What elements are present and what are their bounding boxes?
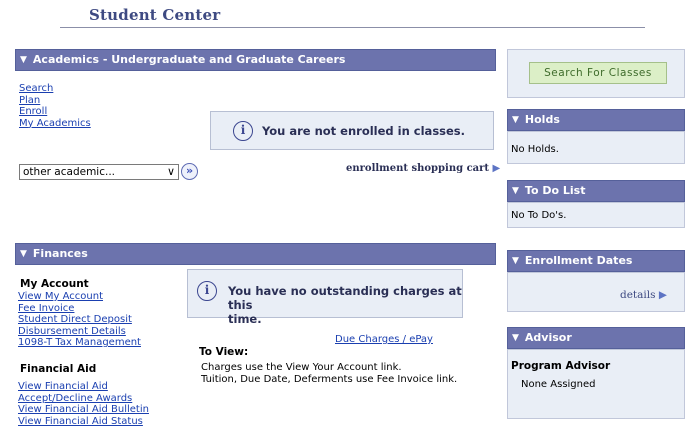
finances-header[interactable]: ▼ Finances bbox=[15, 243, 496, 265]
my-account-links: View My Account Fee Invoice Student Dire… bbox=[18, 291, 141, 349]
enrollment-shopping-cart-link[interactable]: enrollment shopping cart ▶ bbox=[346, 163, 500, 174]
my-academics-link[interactable]: My Academics bbox=[19, 118, 91, 130]
details-link-label: details bbox=[620, 289, 656, 301]
enrollment-dates-header[interactable]: ▼ Enrollment Dates bbox=[507, 250, 685, 272]
financial-aid-status-link[interactable]: View Financial Aid Status bbox=[18, 416, 149, 428]
to-view-line: Charges use the View Your Account link. bbox=[201, 362, 402, 373]
charges-notice: i You have no outstanding charges at thi… bbox=[187, 269, 463, 326]
academics-header-label: Academics - Undergraduate and Graduate C… bbox=[32, 53, 346, 66]
plan-link[interactable]: Plan bbox=[19, 95, 91, 107]
collapse-triangle-icon: ▼ bbox=[512, 256, 519, 266]
search-link[interactable]: Search bbox=[19, 83, 91, 95]
student-direct-deposit-link[interactable]: Student Direct Deposit bbox=[18, 314, 141, 326]
search-classes-panel: Search For Classes bbox=[507, 49, 685, 98]
enroll-link[interactable]: Enroll bbox=[19, 106, 91, 118]
to-view-label: To View: bbox=[199, 346, 249, 358]
advisor-name: None Assigned bbox=[521, 379, 596, 390]
collapse-triangle-icon: ▼ bbox=[20, 249, 27, 259]
advisor-header-label: Advisor bbox=[524, 331, 572, 344]
holds-text: No Holds. bbox=[511, 144, 559, 155]
enrollment-dates-header-label: Enrollment Dates bbox=[524, 254, 633, 267]
charges-notice-line1: You have no outstanding charges at this bbox=[228, 284, 462, 312]
todo-panel: No To Do's. bbox=[507, 202, 685, 228]
arrow-right-icon: ▶ bbox=[492, 163, 501, 174]
fee-invoice-link[interactable]: Fee Invoice bbox=[18, 303, 141, 315]
other-academic-select-value: other academic... bbox=[23, 166, 116, 178]
financial-aid-bulletin-link[interactable]: View Financial Aid Bulletin bbox=[18, 404, 149, 416]
academics-links: Search Plan Enroll My Academics bbox=[19, 83, 91, 129]
todo-header-label: To Do List bbox=[524, 184, 586, 197]
search-for-classes-label: Search For Classes bbox=[544, 67, 652, 79]
todo-text: No To Do's. bbox=[511, 210, 567, 221]
page-title: Student Center bbox=[89, 6, 221, 24]
view-financial-aid-link[interactable]: View Financial Aid bbox=[18, 381, 149, 393]
enrollment-shopping-cart-label: enrollment shopping cart bbox=[346, 163, 490, 174]
advisor-panel: Program Advisor None Assigned bbox=[507, 349, 685, 419]
collapse-triangle-icon: ▼ bbox=[20, 55, 27, 65]
collapse-triangle-icon: ▼ bbox=[512, 333, 519, 343]
view-my-account-link[interactable]: View My Account bbox=[18, 291, 141, 303]
details-link[interactable]: details ▶ bbox=[620, 289, 667, 301]
chevron-down-icon: ∨ bbox=[166, 165, 175, 178]
financial-aid-title: Financial Aid bbox=[20, 363, 97, 375]
collapse-triangle-icon: ▼ bbox=[512, 115, 519, 125]
due-charges-epay-link[interactable]: Due Charges / ePay bbox=[335, 334, 433, 345]
holds-header-label: Holds bbox=[524, 113, 560, 126]
arrow-right-icon: ▶ bbox=[658, 289, 667, 301]
to-view-line: Tuition, Due Date, Deferments use Fee In… bbox=[201, 374, 458, 385]
info-icon: i bbox=[197, 281, 217, 301]
accept-decline-awards-link[interactable]: Accept/Decline Awards bbox=[18, 393, 149, 405]
go-button[interactable]: » bbox=[181, 163, 198, 180]
program-advisor-label: Program Advisor bbox=[511, 360, 611, 372]
tax-management-link[interactable]: 1098-T Tax Management bbox=[18, 337, 141, 349]
enrollment-notice-text: You are not enrolled in classes. bbox=[262, 124, 466, 138]
my-account-title: My Account bbox=[20, 278, 89, 290]
academics-header[interactable]: ▼ Academics - Undergraduate and Graduate … bbox=[15, 49, 496, 71]
charges-notice-text: You have no outstanding charges at this … bbox=[228, 284, 462, 326]
holds-header[interactable]: ▼ Holds bbox=[507, 109, 685, 131]
title-divider bbox=[60, 27, 645, 28]
finances-header-label: Finances bbox=[32, 247, 88, 260]
disbursement-details-link[interactable]: Disbursement Details bbox=[18, 326, 141, 338]
collapse-triangle-icon: ▼ bbox=[512, 186, 519, 196]
advisor-header[interactable]: ▼ Advisor bbox=[507, 327, 685, 349]
enrollment-notice: i You are not enrolled in classes. bbox=[210, 111, 494, 150]
financial-aid-links: View Financial Aid Accept/Decline Awards… bbox=[18, 381, 149, 427]
enrollment-dates-panel: details ▶ bbox=[507, 272, 685, 312]
holds-panel: No Holds. bbox=[507, 131, 685, 164]
other-academic-select[interactable]: other academic... ∨ bbox=[19, 164, 179, 180]
info-icon: i bbox=[233, 121, 253, 141]
charges-notice-line2: time. bbox=[228, 312, 262, 326]
todo-header[interactable]: ▼ To Do List bbox=[507, 180, 685, 202]
search-for-classes-button[interactable]: Search For Classes bbox=[529, 62, 667, 84]
